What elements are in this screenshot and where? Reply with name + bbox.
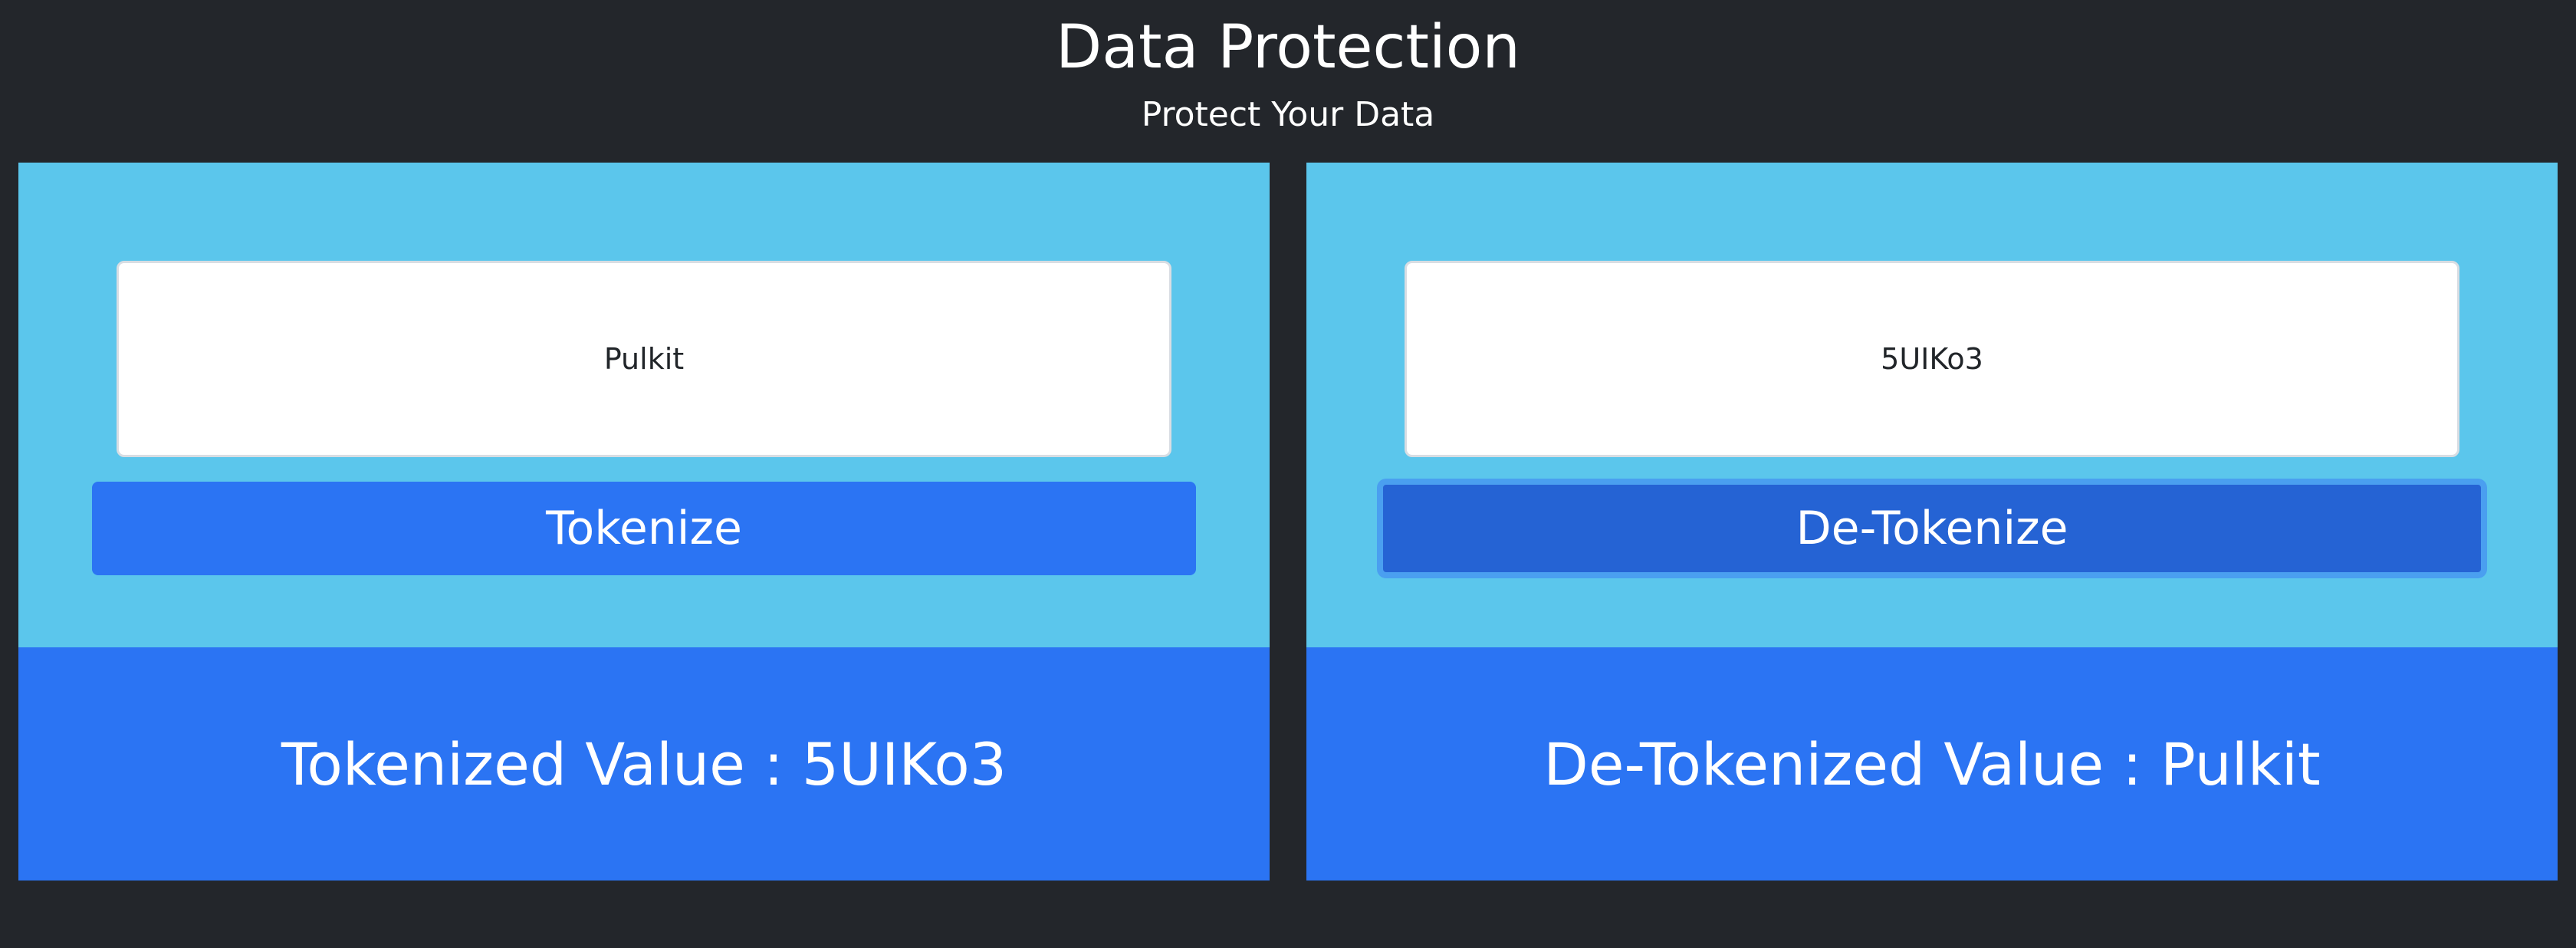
tokenize-button[interactable]: Tokenize xyxy=(92,482,1196,575)
page-subtitle: Protect Your Data xyxy=(1141,95,1435,134)
tokenize-panel: Tokenize Tokenized Value : 5UIKo3 xyxy=(18,163,1270,881)
tokenize-result: Tokenized Value : 5UIKo3 xyxy=(18,647,1270,881)
tokenize-input[interactable] xyxy=(117,261,1171,457)
detokenize-result: De-Tokenized Value : Pulkit xyxy=(1306,647,2558,881)
header: Data Protection Protect Your Data xyxy=(0,0,2576,163)
page-title: Data Protection xyxy=(1056,13,1520,82)
detokenize-form: De-Tokenize xyxy=(1306,163,2558,647)
detokenize-button[interactable]: De-Tokenize xyxy=(1377,479,2487,578)
tokenize-form: Tokenize xyxy=(18,163,1270,647)
detokenized-value-text: De-Tokenized Value : Pulkit xyxy=(1543,729,2321,798)
detokenize-panel: De-Tokenize De-Tokenized Value : Pulkit xyxy=(1306,163,2558,881)
page: Data Protection Protect Your Data Tokeni… xyxy=(0,0,2576,948)
tokenized-value-text: Tokenized Value : 5UIKo3 xyxy=(281,729,1007,798)
detokenize-input[interactable] xyxy=(1405,261,2459,457)
